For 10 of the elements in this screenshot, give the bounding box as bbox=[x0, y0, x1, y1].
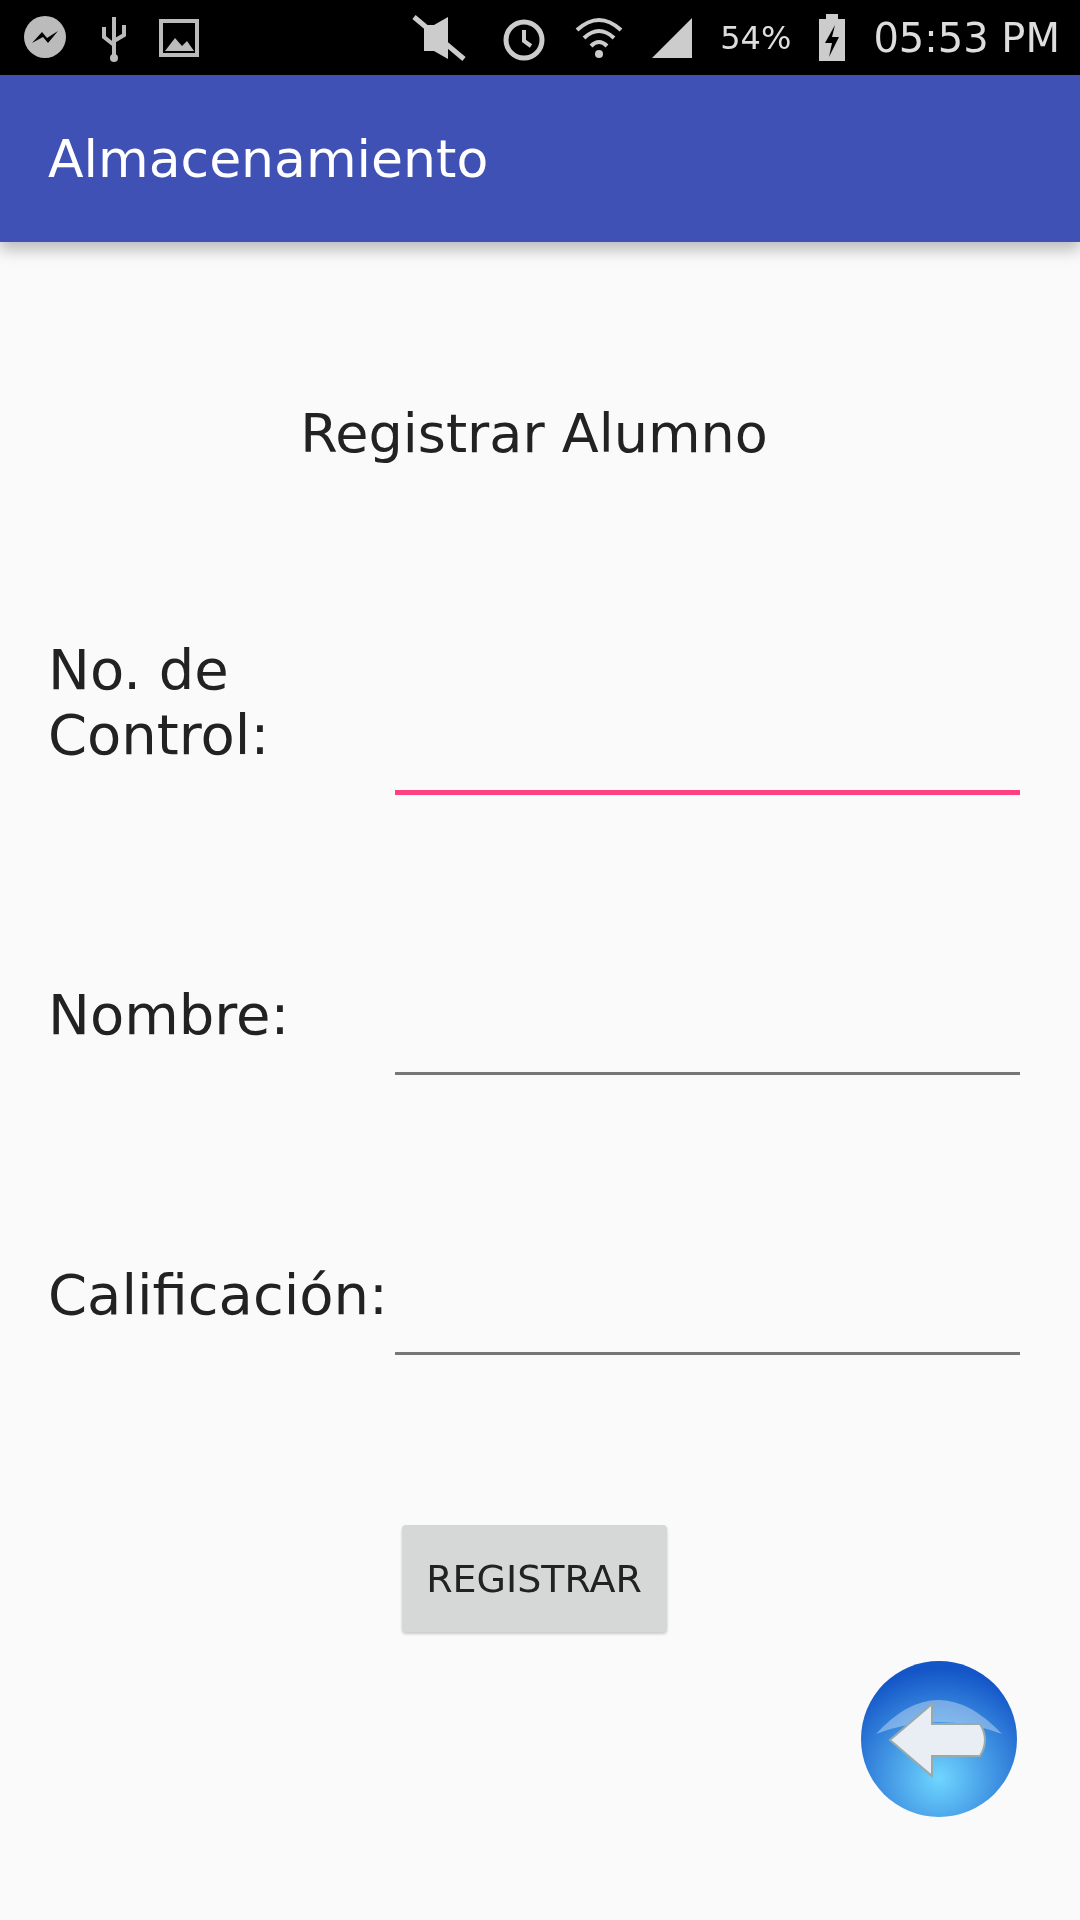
app-title: Almacenamiento bbox=[48, 128, 489, 189]
register-button[interactable]: REGISTRAR bbox=[401, 1525, 667, 1632]
image-icon bbox=[158, 17, 200, 58]
form-heading: Registrar Alumno bbox=[299, 402, 769, 465]
clock-time: 05:53 PM bbox=[873, 14, 1060, 61]
battery-percent: 54% bbox=[720, 18, 792, 57]
battery-charging-icon bbox=[817, 12, 848, 63]
field-label: No. de Control: bbox=[48, 637, 271, 769]
field-label: Nombre: bbox=[48, 982, 291, 1049]
field-label: Calificación: bbox=[48, 1262, 389, 1329]
